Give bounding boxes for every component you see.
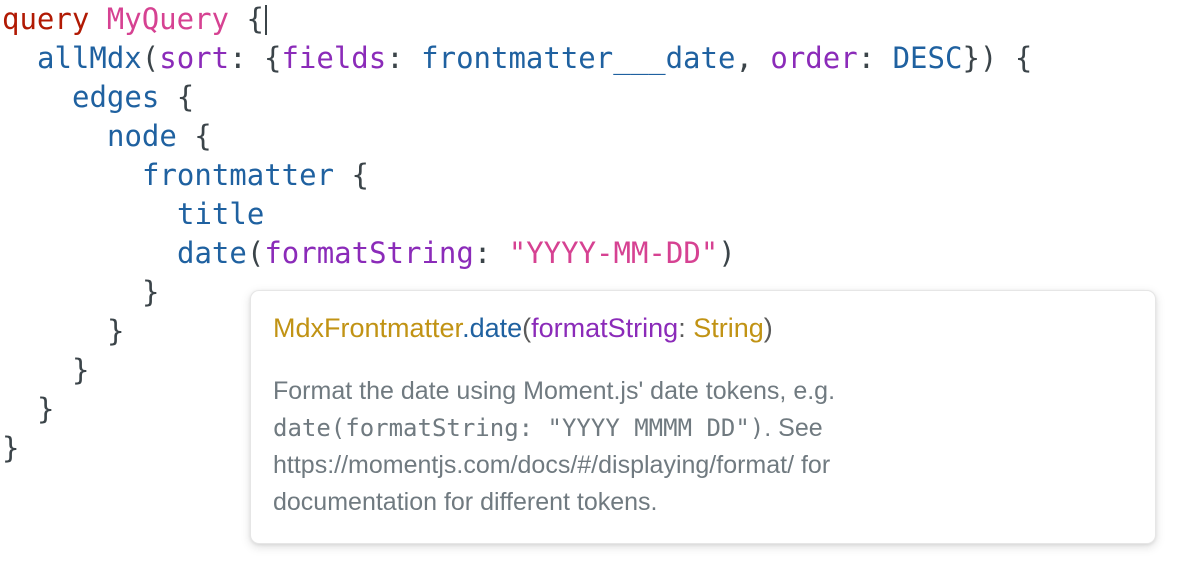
doc-open-paren: (: [522, 313, 532, 343]
doc-popup-title: MdxFrontmatter.date(formatString: String…: [273, 311, 1133, 345]
code-token-attr: fields: [281, 41, 387, 75]
doc-description-part1: Format the date using Moment.js' date to…: [273, 377, 836, 405]
code-token-punct: (: [246, 236, 265, 270]
code-token-punct: }) {: [962, 41, 1033, 75]
doc-dot: .: [462, 313, 470, 343]
code-token-punct: }: [37, 392, 55, 426]
code-token-enum: frontmatter___date: [421, 41, 736, 75]
code-token-punct: :: [473, 236, 509, 270]
code-token-punct: [229, 2, 246, 36]
code-line[interactable]: frontmatter {: [0, 156, 1200, 195]
code-token-punct: {: [334, 158, 369, 192]
code-token-punct: :: [386, 41, 422, 75]
code-line[interactable]: date(formatString: "YYYY-MM-DD"): [0, 234, 1200, 273]
code-token-field: allMdx: [37, 41, 142, 75]
code-token-field: date: [177, 236, 247, 270]
code-token-punct: [89, 2, 106, 36]
doc-parent-type: MdxFrontmatter: [273, 313, 463, 343]
code-line[interactable]: query MyQuery {: [0, 0, 1200, 39]
code-token-field: node: [107, 119, 177, 153]
code-token-string: "YYYY-MM-DD": [508, 236, 719, 270]
code-line[interactable]: allMdx(sort: {fields: frontmatter___date…: [0, 39, 1200, 78]
code-token-punct: }: [2, 431, 20, 465]
code-token-punct: }: [107, 314, 125, 348]
code-token-punct: (: [141, 41, 160, 75]
doc-arg-name: formatString: [531, 313, 679, 343]
code-token-punct: {: [159, 80, 195, 114]
code-token-field: title: [177, 197, 265, 231]
code-token-punct: ): [718, 236, 736, 270]
field-documentation-tooltip: MdxFrontmatter.date(formatString: String…: [250, 290, 1156, 544]
doc-close-paren: ): [763, 313, 773, 343]
code-token-punct: : {: [229, 41, 282, 75]
code-token-enum: DESC: [892, 41, 963, 75]
code-token-def: MyQuery: [106, 2, 229, 36]
code-token-punct: ,: [735, 41, 771, 75]
doc-popup-description: Format the date using Moment.js' date to…: [273, 373, 973, 521]
code-token-keyword: query: [2, 2, 90, 36]
code-token-punct: :: [857, 41, 893, 75]
code-line[interactable]: title: [0, 195, 1200, 234]
code-line[interactable]: edges {: [0, 78, 1200, 117]
code-token-attr: sort: [159, 41, 230, 75]
doc-arg-type: String: [693, 313, 764, 343]
doc-field-name: date: [469, 313, 523, 343]
text-cursor: [264, 5, 267, 35]
code-token-attr: order: [770, 41, 858, 75]
code-token-punct: {: [176, 119, 212, 153]
code-token-punct: }: [72, 353, 90, 387]
doc-description-code-sample: date(formatString: "YYYY MMMM DD"): [273, 414, 765, 442]
code-token-attr: formatString: [264, 236, 474, 270]
doc-arg-colon: :: [678, 313, 694, 343]
code-token-field: frontmatter: [142, 158, 335, 192]
code-token-punct: }: [142, 275, 160, 309]
code-token-field: edges: [72, 80, 160, 114]
code-token-punct: {: [246, 2, 264, 36]
code-line[interactable]: node {: [0, 117, 1200, 156]
